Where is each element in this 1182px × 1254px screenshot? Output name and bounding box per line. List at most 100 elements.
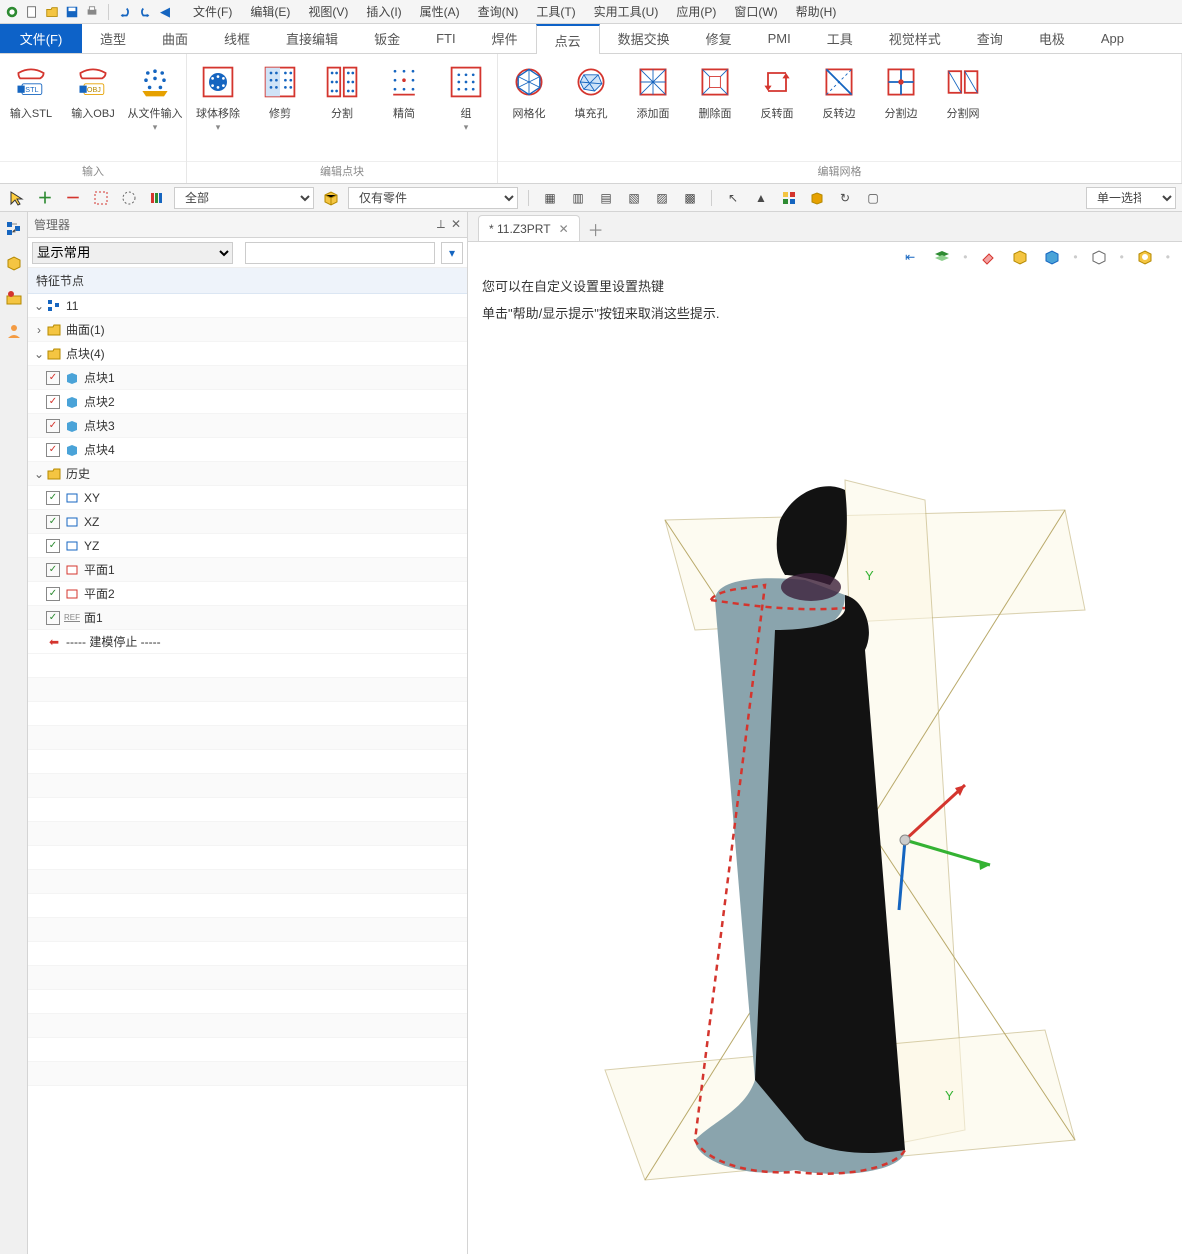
refresh-icon[interactable]: ↻ [834,187,856,209]
tab-wireframe[interactable]: 线框 [206,24,268,53]
group-button[interactable]: 组 ▾ [435,54,497,161]
menu-window[interactable]: 窗口(W) [726,1,785,22]
new-icon[interactable] [24,4,40,20]
tree-block-item[interactable]: ✓点块4 [28,438,467,462]
close-icon[interactable]: ✕ [451,217,461,232]
checkbox[interactable]: ✓ [46,443,60,457]
tab-pmi[interactable]: PMI [750,24,809,53]
checkbox[interactable]: ✓ [46,395,60,409]
wire-icon[interactable] [1088,246,1110,268]
dock-person-icon[interactable] [3,320,25,342]
tree-block-item[interactable]: ✓点块1 [28,366,467,390]
lasso-icon[interactable] [118,187,140,209]
delete-face-button[interactable]: 删除面 [684,54,746,161]
tab-fti[interactable]: FTI [418,24,474,53]
cursor-arrow-icon[interactable]: ↖ [722,187,744,209]
menu-help[interactable]: 帮助(H) [788,1,845,22]
box-icon[interactable] [1009,246,1031,268]
tab-pointcloud[interactable]: 点云 [536,24,600,54]
dock-part-icon[interactable] [3,252,25,274]
redo-icon[interactable] [137,4,153,20]
checkbox[interactable]: ✓ [46,371,60,385]
tab-exchange[interactable]: 数据交换 [600,24,688,53]
split-mesh-button[interactable]: 分割网 [932,54,994,161]
sphere-remove-button[interactable]: 球体移除 ▾ [187,54,249,161]
add-tab-button[interactable]: ＋ [584,217,608,241]
tool-icon[interactable]: ▨ [651,187,673,209]
tree-plane-item[interactable]: ✓平面1 [28,558,467,582]
tree-block-item[interactable]: ✓点块3 [28,414,467,438]
tab-app[interactable]: App [1083,24,1142,53]
tab-tools[interactable]: 工具 [809,24,871,53]
funnel-icon[interactable]: ▾ [441,242,463,264]
tab-repair[interactable]: 修复 [688,24,750,53]
expand-icon[interactable]: ⌄ [32,299,46,313]
undo-icon[interactable] [117,4,133,20]
tool-icon[interactable]: ▤ [595,187,617,209]
flip-face-button[interactable]: 反转面 [746,54,808,161]
chevron-down-icon[interactable]: ▾ [214,123,223,132]
checkbox[interactable]: ✓ [46,539,60,553]
tree-blocks-folder[interactable]: ⌄ 点块(4) [28,342,467,366]
dock-tree-icon[interactable] [3,218,25,240]
open-icon[interactable] [44,4,60,20]
3d-viewport[interactable]: Y Y [468,326,1182,1254]
import-file-button[interactable]: 从文件输入 ▾ [124,54,186,161]
checkbox[interactable]: ✓ [46,419,60,433]
tree-plane-item[interactable]: ✓平面2 [28,582,467,606]
tab-sheetmetal[interactable]: 钣金 [356,24,418,53]
dock-assembly-icon[interactable] [3,286,25,308]
expand-icon[interactable]: ⌄ [32,347,46,361]
tab-direct[interactable]: 直接编辑 [268,24,356,53]
select-mode-combo[interactable]: 单一选择 [1086,187,1176,209]
menu-edit[interactable]: 编辑(E) [242,1,298,22]
tree-block-item[interactable]: ✓点块2 [28,390,467,414]
chevron-down-icon[interactable]: ▾ [151,123,160,132]
parts-combo[interactable]: 仅有零件 [348,187,518,209]
plus-icon[interactable]: ＋ [34,187,56,209]
layers-icon[interactable]: ▲ [750,187,772,209]
tree-root[interactable]: ⌄ 11 [28,294,467,318]
checkbox[interactable]: ✓ [46,563,60,577]
back-icon[interactable]: ◀ [157,4,173,20]
marquee-icon[interactable] [90,187,112,209]
tree-history-folder[interactable]: ⌄ 历史 [28,462,467,486]
import-stl-button[interactable]: STL 输入STL [0,54,62,161]
color-icon[interactable] [778,187,800,209]
import-obj-button[interactable]: OBJ 输入OBJ [62,54,124,161]
expand-icon[interactable]: ⌄ [32,467,46,481]
tree-plane-item[interactable]: ✓YZ [28,534,467,558]
tab-surface[interactable]: 曲面 [144,24,206,53]
split-button[interactable]: 分割 [311,54,373,161]
menu-util[interactable]: 实用工具(U) [586,1,667,22]
simplify-button[interactable]: 精简 [373,54,435,161]
save-icon[interactable] [64,4,80,20]
checkbox[interactable]: ✓ [46,515,60,529]
tab-weld[interactable]: 焊件 [474,24,536,53]
menu-tools[interactable]: 工具(T) [528,1,583,22]
meshify-button[interactable]: 网格化 [498,54,560,161]
tree-surface-folder[interactable]: › 曲面(1) [28,318,467,342]
tool-icon[interactable]: ▥ [567,187,589,209]
cube-icon[interactable] [806,187,828,209]
tree-plane-item[interactable]: ✓XY [28,486,467,510]
prev-icon[interactable]: ⇤ [899,246,921,268]
layers-icon[interactable] [931,246,953,268]
checkbox[interactable]: ✓ [46,587,60,601]
split-edge-button[interactable]: 分割边 [870,54,932,161]
menu-app[interactable]: 应用(P) [668,1,724,22]
menu-insert[interactable]: 插入(I) [358,1,409,22]
frame-icon[interactable]: ▢ [862,187,884,209]
filter-combo[interactable]: 全部 [174,187,314,209]
tab-shape[interactable]: 造型 [82,24,144,53]
box-blue-icon[interactable] [1041,246,1063,268]
hex-icon[interactable] [1134,246,1156,268]
dock-pin-icon[interactable]: ⟂ [437,217,445,232]
tab-visual[interactable]: 视觉样式 [871,24,959,53]
close-icon[interactable]: ✕ [559,222,569,236]
minus-icon[interactable]: － [62,187,84,209]
flip-edge-button[interactable]: 反转边 [808,54,870,161]
tree-stop-marker[interactable]: ⬅ ----- 建模停止 ----- [28,630,467,654]
tool-icon[interactable]: ▩ [679,187,701,209]
menu-query[interactable]: 查询(N) [470,1,527,22]
